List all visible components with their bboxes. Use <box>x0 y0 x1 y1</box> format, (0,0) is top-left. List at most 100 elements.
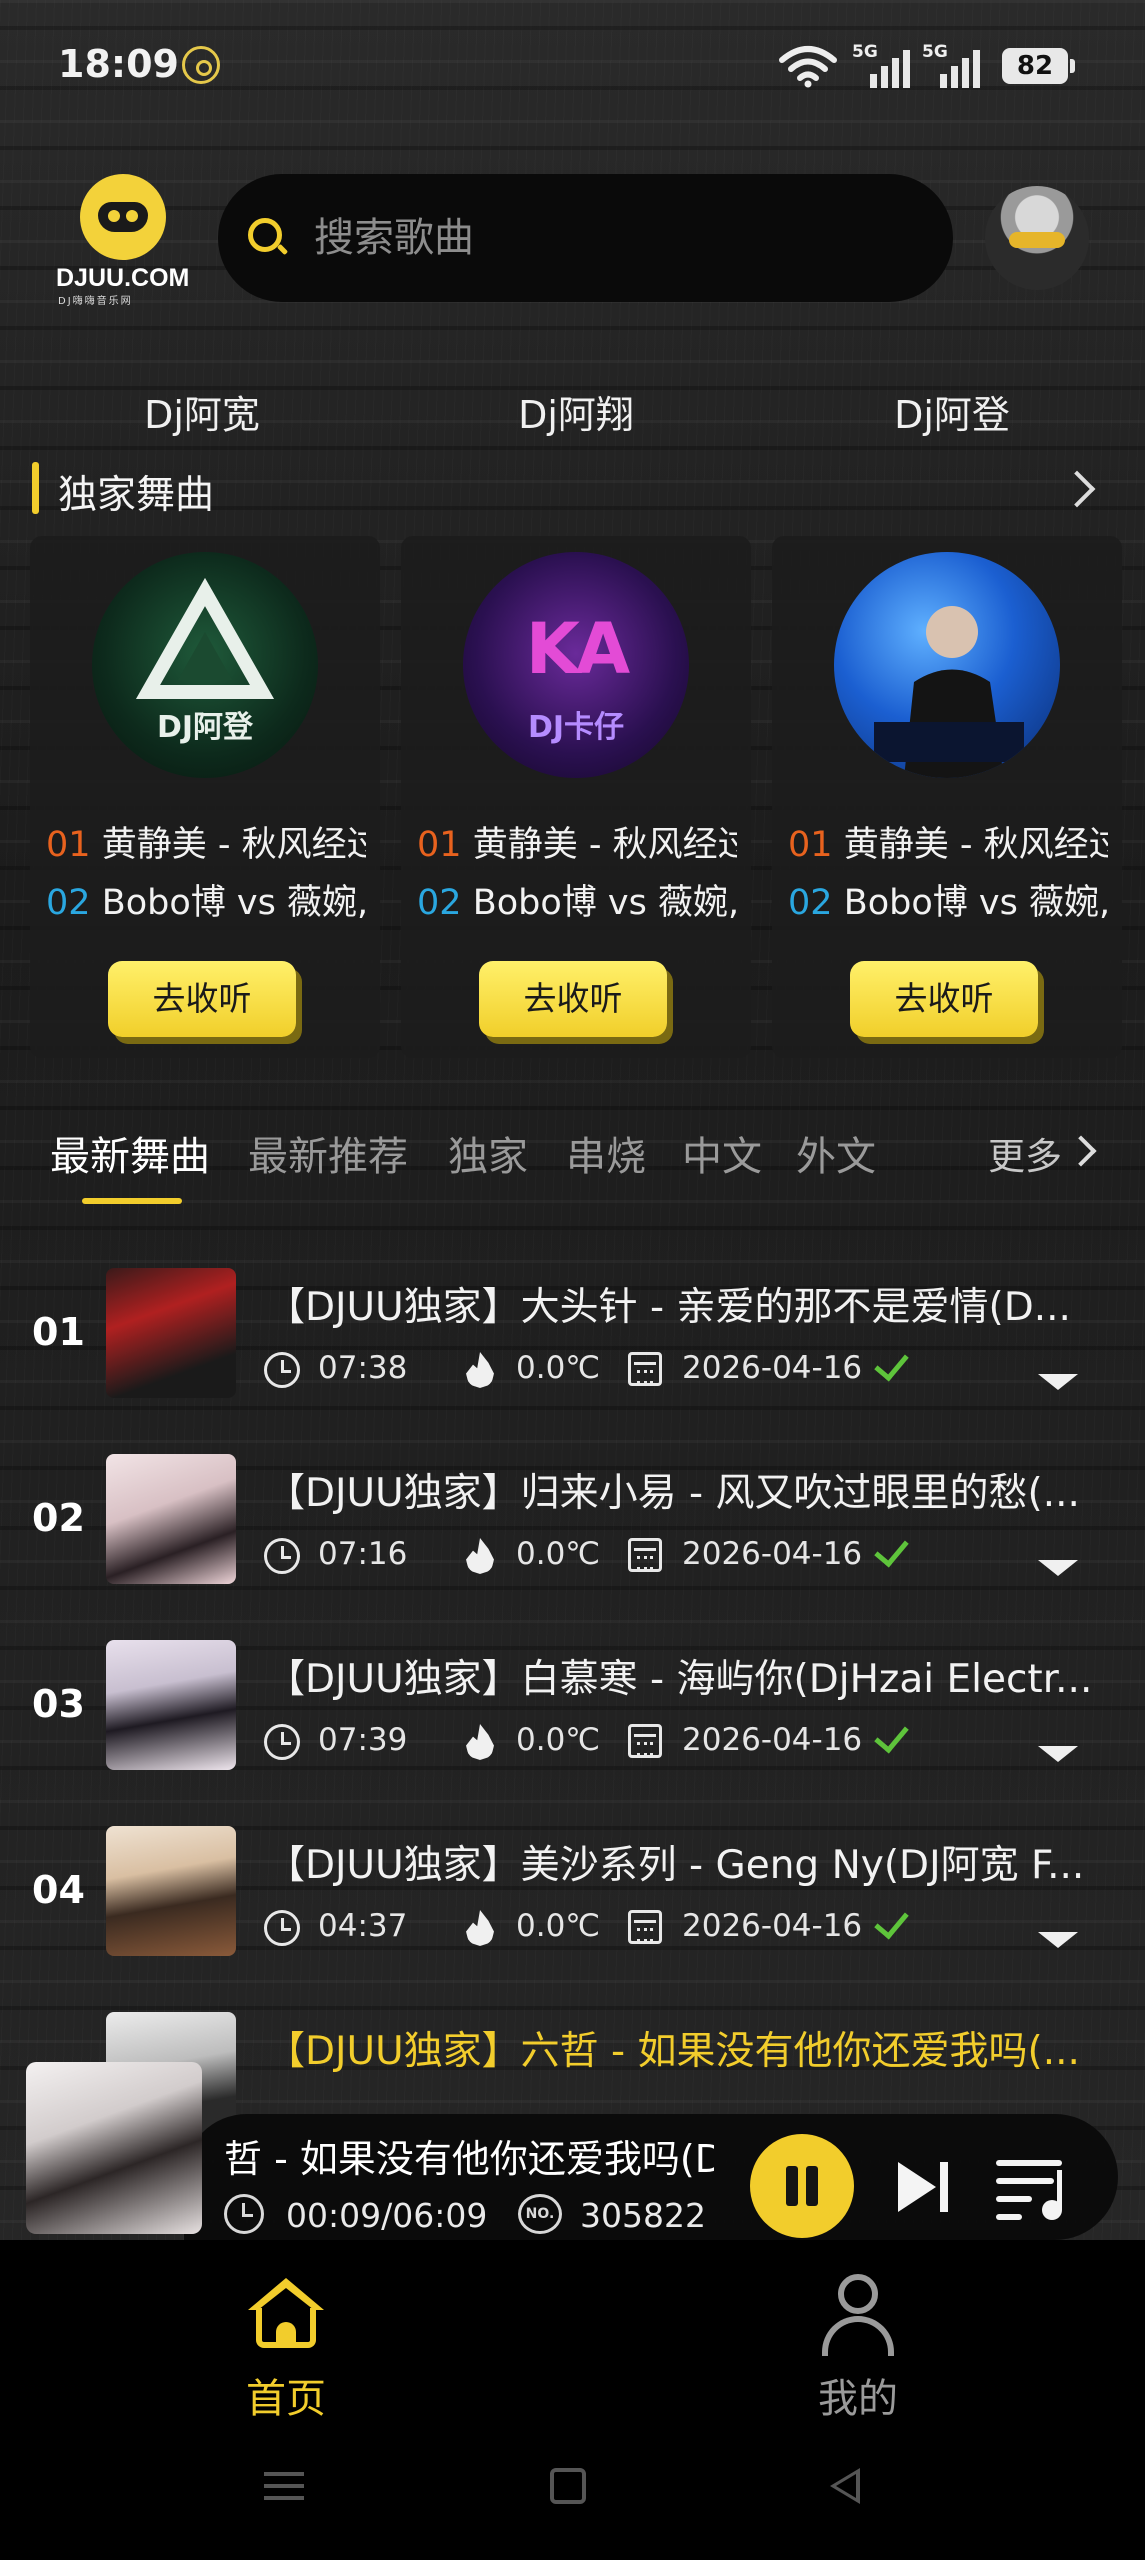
logo-text: DJUU.COM <box>56 264 190 292</box>
logo-subtext: DJ嗨嗨音乐网 <box>58 296 133 307</box>
more-label: 更多 <box>988 1135 1062 1178</box>
play-count: 305822 <box>580 2196 706 2235</box>
nav-me[interactable]: 我的 <box>758 2260 958 2422</box>
bottom-navigation: 首页 我的 <box>0 2240 1145 2560</box>
heat-icon <box>466 1724 494 1760</box>
clock-icon <box>264 1352 300 1388</box>
play-count-icon: NO. <box>518 2194 562 2234</box>
song-duration: 04:37 <box>318 1908 408 1944</box>
home-icon <box>246 2278 326 2350</box>
song-date: 2026-04-16 <box>682 1722 863 1758</box>
song-title: 【DJUU独家】白慕寒 - 海屿你(DjHzai Electr... <box>266 1657 1093 1702</box>
dj-name-2[interactable]: Dj阿翔 <box>446 384 706 439</box>
heat-icon <box>466 1352 494 1388</box>
check-icon <box>876 1348 916 1376</box>
dj-name-1[interactable]: Dj阿宽 <box>72 384 332 439</box>
tab-chinese[interactable]: 中文 <box>682 1124 762 1182</box>
system-back-button[interactable] <box>830 2468 860 2504</box>
song-heat: 0.0℃ <box>516 1350 601 1386</box>
nav-me-label: 我的 <box>818 2376 898 2422</box>
dj-card-3-image <box>834 552 1060 778</box>
song-heat: 0.0℃ <box>516 1536 601 1572</box>
song-thumbnail <box>106 1268 236 1398</box>
clock-icon <box>264 1538 300 1574</box>
tab-recommended[interactable]: 最新推荐 <box>248 1124 408 1182</box>
song-thumbnail <box>106 1640 236 1770</box>
tab-medley[interactable]: 串烧 <box>566 1124 646 1182</box>
check-icon <box>876 1906 916 1934</box>
calendar-icon <box>628 1352 662 1386</box>
user-avatar[interactable] <box>985 186 1089 290</box>
dj-card-3[interactable]: 01 黄静美 - 秋风经过 02 Bobo博 vs 薇婉, 去收听 <box>772 536 1122 1058</box>
search-input[interactable] <box>314 202 914 274</box>
music-disc-icon <box>182 46 220 84</box>
system-menu-button[interactable] <box>264 2468 304 2504</box>
wifi-icon <box>779 46 837 88</box>
search-bar[interactable] <box>218 174 953 302</box>
song-date: 2026-04-16 <box>682 1536 863 1572</box>
song-thumbnail <box>106 1454 236 1584</box>
song-heat: 0.0℃ <box>516 1908 601 1944</box>
active-tab-indicator <box>82 1198 182 1204</box>
dj-card-2[interactable]: KA DJ卡仔 01 黄静美 - 秋风经过 02 Bobo博 vs 薇婉, 去收… <box>401 536 751 1058</box>
calendar-icon <box>628 1538 662 1572</box>
nav-home[interactable]: 首页 <box>186 2260 386 2422</box>
signal-icon-2: 5G <box>922 42 982 88</box>
tab-exclusive[interactable]: 独家 <box>448 1124 528 1182</box>
more-tabs-button[interactable]: 更多 <box>988 1126 1062 1180</box>
song-duration: 07:39 <box>318 1722 408 1758</box>
dj-name-3[interactable]: Dj阿登 <box>822 384 1082 439</box>
song-row-4[interactable]: 04 【DJUU独家】美沙系列 - Geng Ny(DJ阿宽 F... 04:3… <box>0 1806 1145 1992</box>
section-accent-bar <box>32 462 39 514</box>
battery-indicator: 82 <box>1002 48 1075 84</box>
djuu-logo[interactable]: DJUU.COM DJ嗨嗨音乐网 <box>50 172 190 307</box>
song-row-2[interactable]: 02 【DJUU独家】归来小易 - 风又吹过眼里的愁(... 07:16 0.0… <box>0 1434 1145 1620</box>
listen-button-3[interactable]: 去收听 <box>850 961 1038 1037</box>
song-number: 02 <box>32 1496 85 1540</box>
song-row-3[interactable]: 03 【DJUU独家】白慕寒 - 海屿你(DjHzai Electr... 07… <box>0 1620 1145 1806</box>
expand-arrow-icon[interactable] <box>1038 1560 1078 1576</box>
song-date: 2026-04-16 <box>682 1350 863 1386</box>
tab-latest[interactable]: 最新舞曲 <box>50 1124 210 1182</box>
song-number: 01 <box>32 1310 85 1354</box>
system-home-button[interactable] <box>550 2468 586 2504</box>
calendar-icon <box>628 1910 662 1944</box>
section-title: 独家舞曲 <box>58 473 215 518</box>
song-title: 【DJUU独家】归来小易 - 风又吹过眼里的愁(... <box>266 1471 1080 1516</box>
dj-photo <box>874 606 1024 778</box>
listen-button-1[interactable]: 去收听 <box>108 961 296 1037</box>
mini-player[interactable]: 哲 - 如果没有他你还爱我吗(D 00:09/06:09 NO. 305822 <box>0 2062 1145 2240</box>
clock-icon <box>264 1724 300 1760</box>
pause-button[interactable] <box>750 2134 854 2238</box>
expand-arrow-icon[interactable] <box>1038 1746 1078 1762</box>
nav-home-label: 首页 <box>246 2376 326 2422</box>
listen-button-2[interactable]: 去收听 <box>479 961 667 1037</box>
song-number: 03 <box>32 1682 85 1726</box>
tab-foreign[interactable]: 外文 <box>796 1124 876 1182</box>
clock-icon <box>224 2194 264 2234</box>
calendar-icon <box>628 1724 662 1758</box>
status-time: 18:09 <box>58 42 179 86</box>
song-title: 【DJUU独家】美沙系列 - Geng Ny(DJ阿宽 F... <box>266 1843 1085 1888</box>
playlist-button[interactable] <box>996 2160 1068 2220</box>
player-cover[interactable] <box>26 2062 202 2234</box>
song-title: 【DJUU独家】大头针 - 亲爱的那不是爱情(D... <box>266 1285 1071 1330</box>
player-song-title: 哲 - 如果没有他你还爱我吗(D <box>224 2137 714 2181</box>
dj-card-2-image: KA DJ卡仔 <box>463 552 689 778</box>
next-track-button[interactable] <box>898 2162 954 2212</box>
player-time: 00:09/06:09 <box>286 2196 488 2235</box>
song-heat: 0.0℃ <box>516 1722 601 1758</box>
search-icon <box>248 218 282 252</box>
song-number: 04 <box>32 1868 85 1912</box>
clock-icon <box>264 1910 300 1946</box>
dj-card-1[interactable]: DJ阿登 01 黄静美 - 秋风经过 02 Bobo博 vs 薇婉, 去收听 <box>30 536 380 1058</box>
expand-arrow-icon[interactable] <box>1038 1932 1078 1948</box>
heat-icon <box>466 1538 494 1574</box>
expand-arrow-icon[interactable] <box>1038 1374 1078 1390</box>
song-thumbnail <box>106 1826 236 1956</box>
dj-card-1-image: DJ阿登 <box>92 552 318 778</box>
song-date: 2026-04-16 <box>682 1908 863 1944</box>
song-row-1[interactable]: 01 【DJUU独家】大头针 - 亲爱的那不是爱情(D... 07:38 0.0… <box>0 1248 1145 1434</box>
check-icon <box>876 1720 916 1748</box>
signal-icon-1: 5G <box>852 42 912 88</box>
